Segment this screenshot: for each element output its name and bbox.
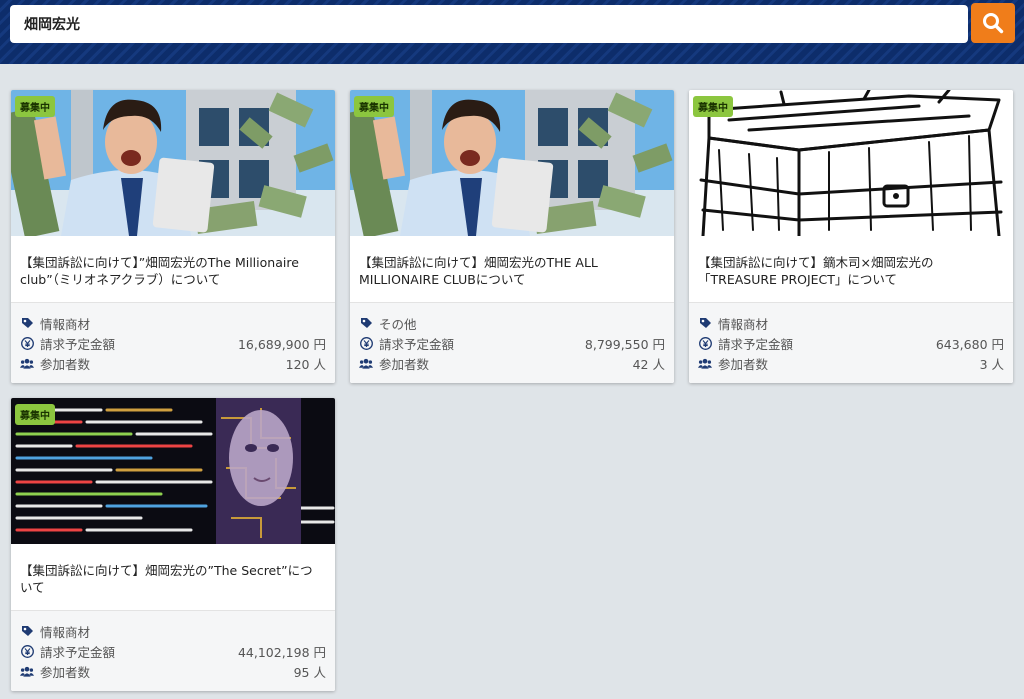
yen-icon xyxy=(698,336,712,350)
card-title[interactable]: 【集団訴訟に向けて】畑岡宏光のTHE ALL MILLIONAIRE CLUBに… xyxy=(350,236,674,303)
card-title[interactable]: 【集団訴訟に向けて】鏑木司×畑岡宏光の「TREASURE PROJECT」につい… xyxy=(689,236,1013,303)
search-button[interactable] xyxy=(971,3,1015,43)
yen-icon xyxy=(20,644,34,658)
amount-row: 請求予定金額 643,680 円 xyxy=(689,333,1013,353)
amount-value: 44,102,198 円 xyxy=(237,644,326,660)
search-icon xyxy=(983,13,1004,34)
users-icon xyxy=(698,356,712,370)
amount-label: 請求予定金額 xyxy=(718,336,794,352)
amount-value: 643,680 円 xyxy=(935,336,1004,352)
users-icon xyxy=(20,356,34,370)
tag-icon xyxy=(20,316,34,330)
category-row: 情報商材 xyxy=(11,313,335,333)
treasure-chest-sketch-image: 募集中 xyxy=(689,90,1013,236)
participants-label: 参加者数 xyxy=(379,356,430,372)
yen-icon xyxy=(20,336,34,350)
card-title[interactable]: 【集団訴訟に向けて】畑岡宏光の”The Secret”について xyxy=(11,544,335,611)
header xyxy=(0,0,1024,64)
users-icon xyxy=(359,356,373,370)
card-title[interactable]: 【集団訴訟に向けて】”畑岡宏光のThe Millionaire club”（ミリ… xyxy=(11,236,335,303)
status-badge: 募集中 xyxy=(15,404,55,425)
category-label: 情報商材 xyxy=(40,316,91,332)
category-row: 情報商材 xyxy=(689,313,1013,333)
status-badge: 募集中 xyxy=(693,96,733,117)
participants-row: 参加者数 120 人 xyxy=(11,353,335,373)
case-card[interactable]: 募集中 【集団訴訟に向けて】”畑岡宏光のThe Millionaire club… xyxy=(11,90,335,383)
case-card[interactable]: 募集中 【集団訴訟に向けて】畑岡宏光のTHE ALL MILLIONAIRE C… xyxy=(350,90,674,383)
card-meta: 情報商材 請求予定金額 16,689,900 円 参加者数 120 人 xyxy=(11,303,335,383)
amount-row: 請求予定金額 16,689,900 円 xyxy=(11,333,335,353)
amount-row: 請求予定金額 44,102,198 円 xyxy=(11,641,335,661)
card-meta: その他 請求予定金額 8,799,550 円 参加者数 42 人 xyxy=(350,303,674,383)
participants-label: 参加者数 xyxy=(718,356,769,372)
participants-value: 3 人 xyxy=(979,356,1004,372)
category-label: 情報商材 xyxy=(40,624,91,640)
participants-row: 参加者数 95 人 xyxy=(11,661,335,681)
amount-value: 16,689,900 円 xyxy=(237,336,326,352)
amount-label: 請求予定金額 xyxy=(40,644,116,660)
category-label: 情報商材 xyxy=(718,316,769,332)
participants-label: 参加者数 xyxy=(40,664,91,680)
amount-label: 請求予定金額 xyxy=(40,336,116,352)
participants-value: 42 人 xyxy=(632,356,665,372)
search-input[interactable] xyxy=(10,5,968,43)
case-card[interactable]: 募集中 【集団訴訟に向けて】畑岡宏光の”The Secret”について 情報商材… xyxy=(11,398,335,691)
amount-value: 8,799,550 円 xyxy=(584,336,665,352)
card-meta: 情報商材 請求予定金額 643,680 円 参加者数 3 人 xyxy=(689,303,1013,383)
businessman-money-image: 募集中 xyxy=(350,90,674,236)
card-meta: 情報商材 請求予定金額 44,102,198 円 参加者数 95 人 xyxy=(11,611,335,691)
tag-icon xyxy=(698,316,712,330)
status-badge: 募集中 xyxy=(15,96,55,117)
case-card[interactable]: 募集中 【集団訴訟に向けて】鏑木司×畑岡宏光の「TREASURE PROJECT… xyxy=(689,90,1013,383)
code-cyborg-image: 募集中 xyxy=(11,398,335,544)
participants-row: 参加者数 3 人 xyxy=(689,353,1013,373)
category-label: その他 xyxy=(379,316,417,332)
participants-value: 120 人 xyxy=(285,356,326,372)
status-badge: 募集中 xyxy=(354,96,394,117)
participants-value: 95 人 xyxy=(293,664,326,680)
participants-label: 参加者数 xyxy=(40,356,91,372)
amount-row: 請求予定金額 8,799,550 円 xyxy=(350,333,674,353)
category-row: その他 xyxy=(350,313,674,333)
participants-row: 参加者数 42 人 xyxy=(350,353,674,373)
yen-icon xyxy=(359,336,373,350)
amount-label: 請求予定金額 xyxy=(379,336,455,352)
tag-icon xyxy=(20,624,34,638)
tag-icon xyxy=(359,316,373,330)
businessman-money-image: 募集中 xyxy=(11,90,335,236)
users-icon xyxy=(20,664,34,678)
category-row: 情報商材 xyxy=(11,621,335,641)
